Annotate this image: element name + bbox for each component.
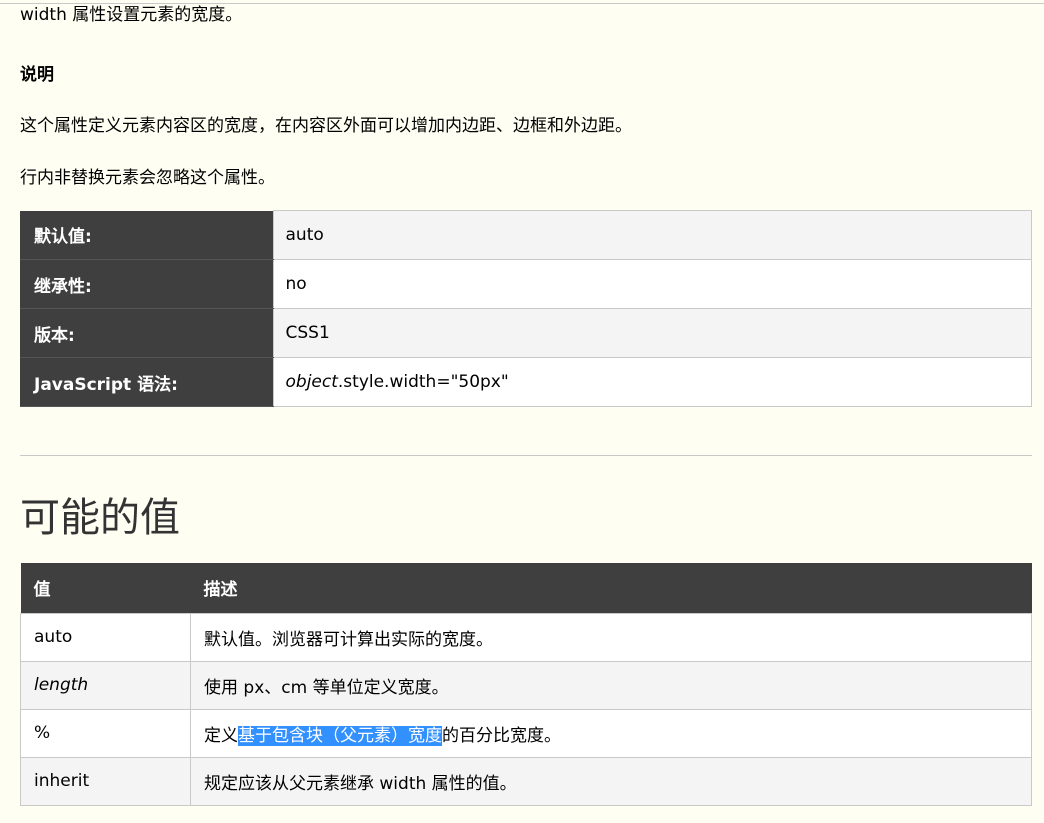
description-before-selection: 定义 — [204, 725, 238, 746]
js-syntax-rest: .style.width="50px" — [337, 372, 509, 392]
property-row-default: 默认值: auto — [20, 210, 1032, 260]
table-row: % 定义基于包含块（父元素）宽度的百分比宽度。 — [20, 708, 1032, 758]
description-cell: 规定应该从父元素继承 width 属性的值。 — [190, 756, 1032, 806]
property-value: no — [272, 259, 1032, 309]
js-object-keyword: object — [285, 372, 338, 392]
property-label: JavaScript 语法: — [20, 357, 273, 407]
value-cell: % — [20, 708, 191, 758]
description-after-selection: 的百分比宽度。 — [442, 725, 561, 746]
description-cell: 使用 px、cm 等单位定义宽度。 — [190, 660, 1032, 710]
intro-text: width 属性设置元素的宽度。 — [20, 5, 243, 25]
possible-values-table: 值 描述 auto 默认值。浏览器可计算出实际的宽度。 length 使用 px… — [20, 563, 1032, 806]
description-cell[interactable]: 定义基于包含块（父元素）宽度的百分比宽度。 — [190, 708, 1032, 758]
section-label-explanation: 说明 — [20, 65, 54, 85]
selected-text[interactable]: 基于包含块（父元素）宽度 — [238, 725, 442, 746]
table-header-row: 值 描述 — [20, 563, 1032, 613]
value-length: length — [34, 675, 89, 695]
value-cell: auto — [20, 612, 191, 662]
property-label: 默认值: — [20, 210, 273, 260]
description-cell: 默认值。浏览器可计算出实际的宽度。 — [190, 612, 1032, 662]
property-label: 版本: — [20, 308, 273, 358]
property-row-js-syntax: JavaScript 语法: object.style.width="50px" — [20, 357, 1032, 407]
property-value: auto — [272, 210, 1032, 260]
table-row: auto 默认值。浏览器可计算出实际的宽度。 — [20, 612, 1032, 662]
column-header-value: 值 — [20, 563, 191, 613]
explanation-paragraph-1: 这个属性定义元素内容区的宽度，在内容区外面可以增加内边距、边框和外边距。 — [20, 116, 632, 136]
property-value: CSS1 — [272, 308, 1032, 358]
property-value: object.style.width="50px" — [272, 357, 1032, 407]
possible-values-heading: 可能的值 — [20, 495, 180, 541]
value-cell: length — [20, 660, 191, 710]
value-cell: inherit — [20, 756, 191, 806]
section-divider — [20, 455, 1032, 456]
table-row: length 使用 px、cm 等单位定义宽度。 — [20, 660, 1032, 710]
property-row-version: 版本: CSS1 — [20, 308, 1032, 358]
table-row: inherit 规定应该从父元素继承 width 属性的值。 — [20, 756, 1032, 806]
property-label: 继承性: — [20, 259, 273, 309]
explanation-paragraph-2: 行内非替换元素会忽略这个属性。 — [20, 168, 275, 188]
property-row-inherit: 继承性: no — [20, 259, 1032, 309]
property-table: 默认值: auto 继承性: no 版本: CSS1 JavaScript 语法… — [20, 210, 1032, 407]
column-header-description: 描述 — [190, 563, 1032, 613]
